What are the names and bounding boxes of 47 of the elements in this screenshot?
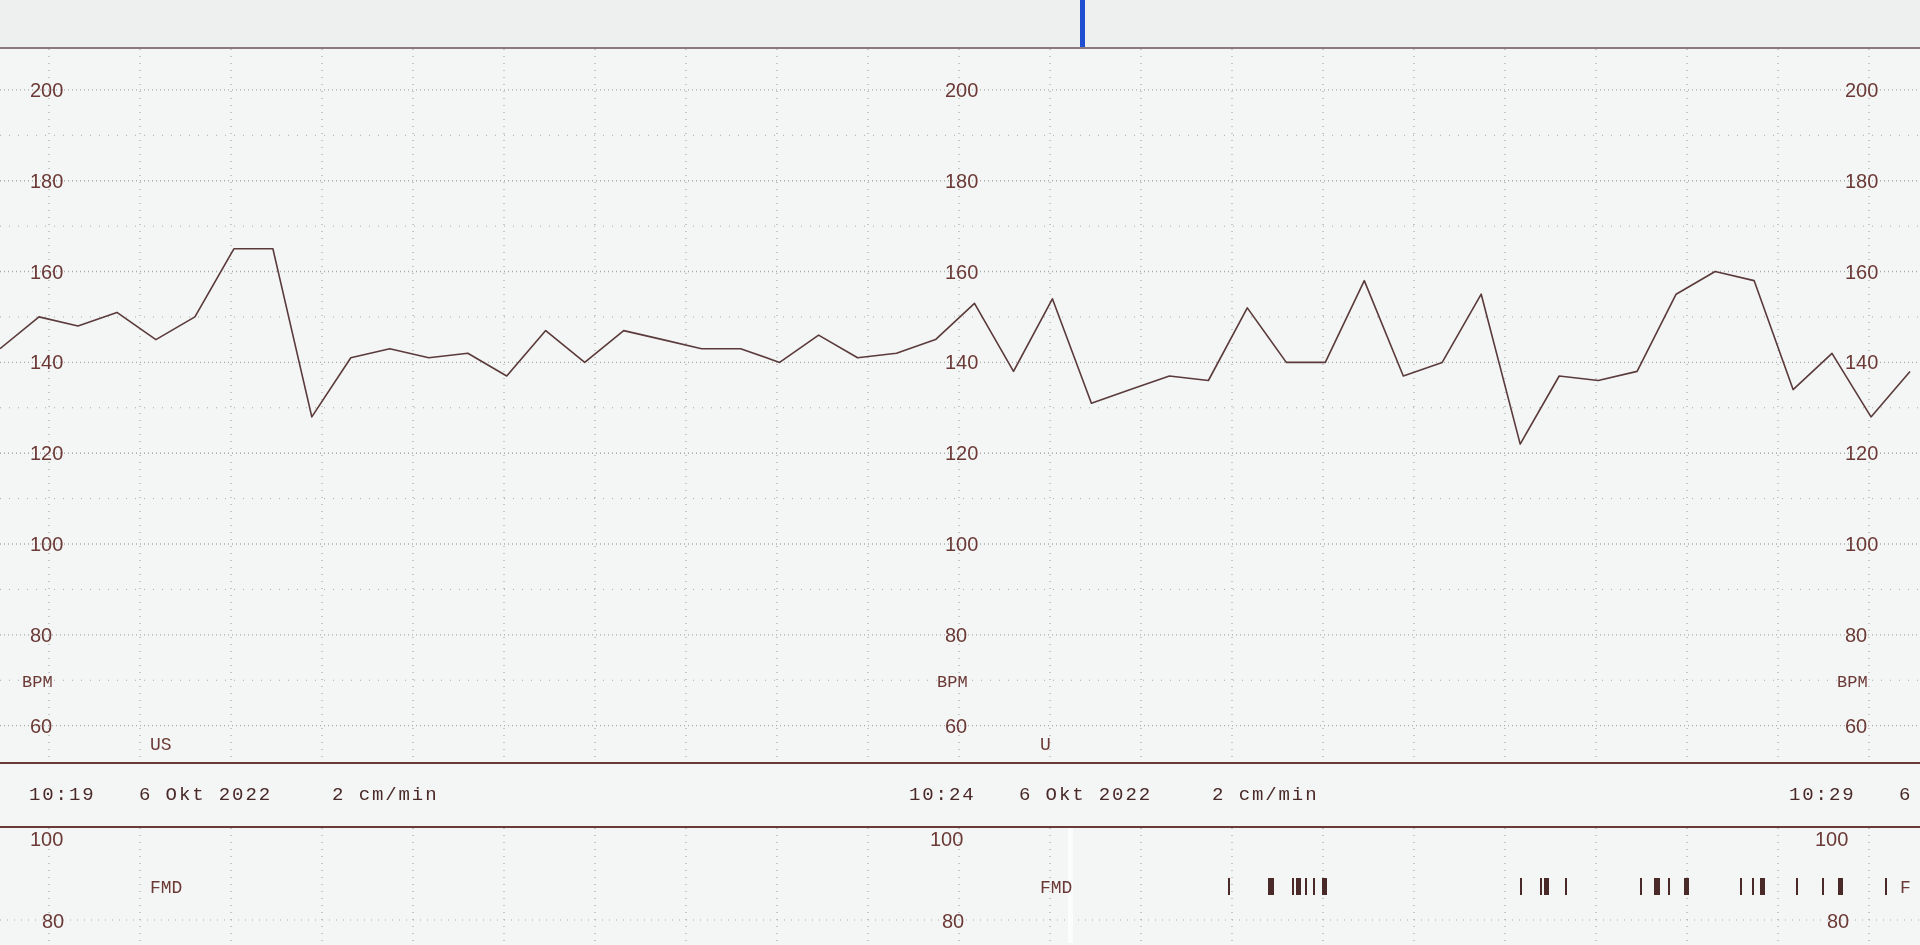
scale-label: 160 [1845, 260, 1879, 283]
scale-label: 80 [1827, 910, 1850, 932]
scale-label: 200 [945, 78, 979, 101]
scale-label: 160 [945, 260, 979, 283]
time-label: 10:19 [29, 782, 97, 808]
scale-label: 80 [942, 910, 965, 932]
scale-label: 140 [945, 351, 979, 374]
channel-label: F [1900, 878, 1911, 898]
time-label: 10:24 [909, 782, 977, 808]
unit-label: BPM [1837, 673, 1868, 693]
scale-label: 100 [1815, 828, 1849, 850]
scale-label: 80 [945, 623, 968, 646]
scale-label: 100 [930, 828, 964, 850]
scale-label: 80 [1845, 623, 1868, 646]
axis-tick-label: 140 [30, 351, 64, 374]
scale-label: 120 [945, 442, 979, 465]
axis-tick-label: 100 [30, 533, 64, 555]
scale-label: 120 [1845, 442, 1879, 465]
scale-label: 140 [1845, 351, 1879, 374]
unit-label: BPM [937, 673, 968, 693]
scale-label: 180 [1845, 169, 1879, 192]
date-label: 6 Okt 2022 [139, 782, 273, 808]
scale-label: 100 [1845, 533, 1879, 555]
speed-label: 2 cm/min [332, 782, 439, 808]
axis-title: BPM [22, 673, 53, 693]
scale-label: 100 [30, 828, 64, 850]
axis-tick-label: 60 [30, 714, 53, 737]
channel-label: U [1040, 735, 1051, 756]
date-label: 6 Okt 2022 [1019, 782, 1153, 808]
axis-tick-label: 120 [30, 442, 64, 465]
scale-label: 60 [1845, 714, 1868, 737]
axis-tick-label: 80 [30, 623, 53, 646]
scale-label: 80 [42, 910, 65, 932]
date-label: 6 [1899, 782, 1913, 808]
scale-label: 180 [945, 169, 979, 192]
speed-label: 2 cm/min [1212, 782, 1319, 808]
channel-label: US [150, 735, 172, 756]
scale-label: 60 [945, 714, 968, 737]
time-label: 10:29 [1789, 782, 1857, 808]
channel-label: FMD [150, 878, 183, 898]
axis-tick-label: 200 [30, 78, 64, 101]
position-marker [1080, 0, 1085, 47]
scale-label: 100 [945, 533, 979, 555]
scale-label: 200 [1845, 78, 1879, 101]
axis-tick-label: 180 [30, 169, 64, 192]
axis-tick-label: 160 [30, 260, 64, 283]
channel-label: FMD [1040, 878, 1073, 898]
